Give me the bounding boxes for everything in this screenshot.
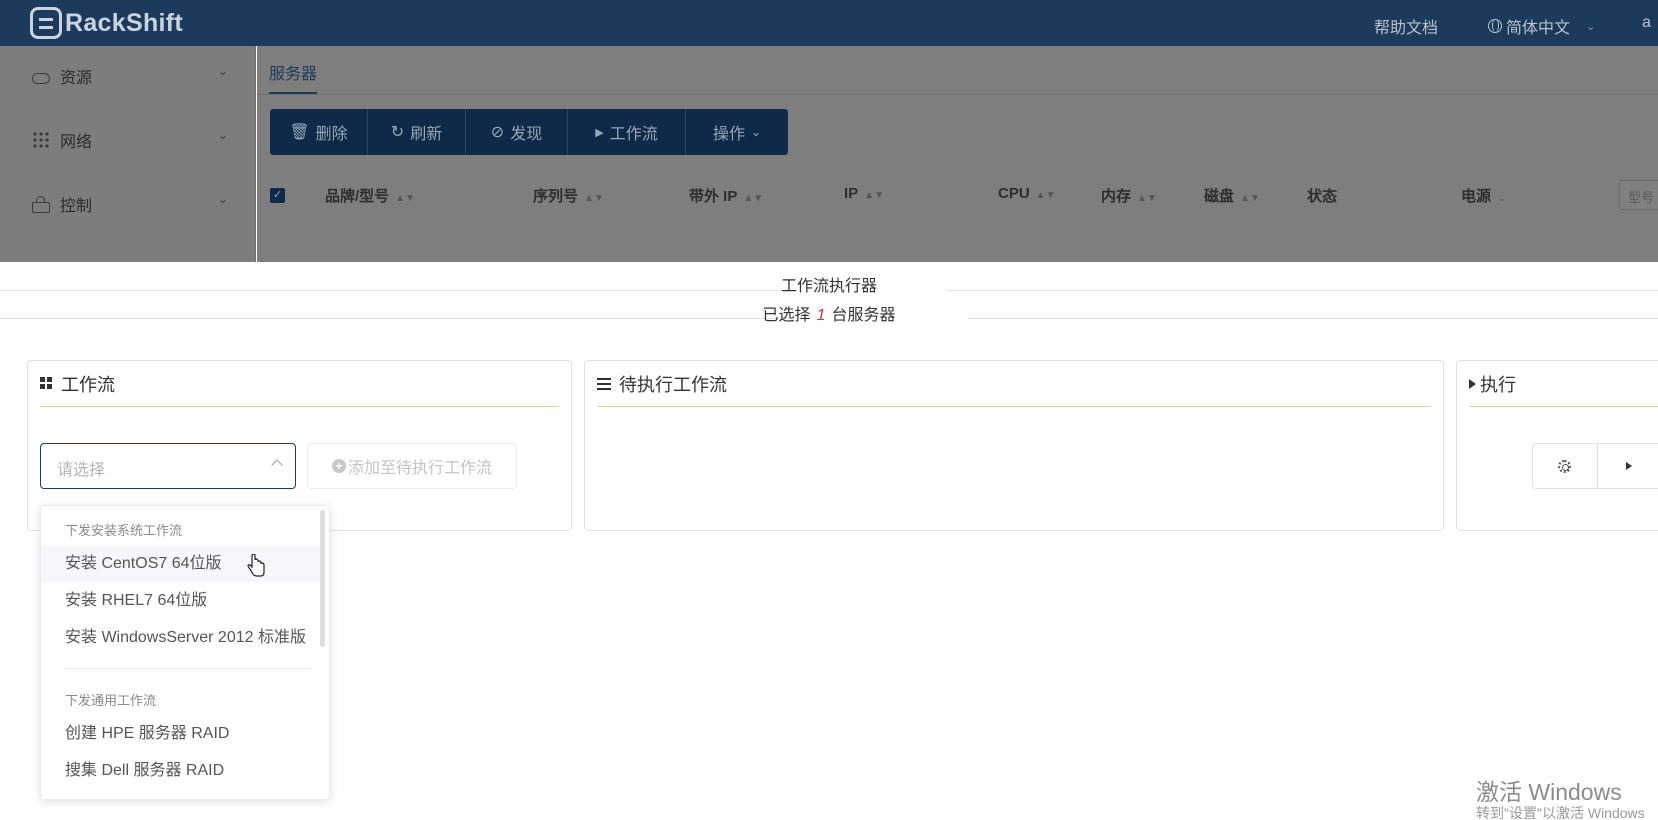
discover-label: 发现 [510, 126, 543, 143]
panel-title: 执行 [1480, 374, 1516, 395]
play-icon [1626, 462, 1633, 470]
sort-icon: ▲▼ [395, 193, 415, 204]
cloud-icon [32, 72, 50, 84]
lock-icon [32, 195, 50, 213]
chevron-down-icon: ⌄ [750, 125, 762, 139]
sort-icon: ▲▼ [1240, 193, 1260, 204]
discover-button[interactable]: ⊘ 发现 [466, 109, 568, 155]
workflow-dropdown-menu: 下发安装系统工作流 安装 CentOS7 64位版 安装 RHEL7 64位版 … [40, 505, 330, 800]
dropdown-scrollbar[interactable] [320, 510, 325, 647]
trash-icon: 🗑 [289, 124, 310, 141]
server-toolbar: 🗑 删除 ↻ 刷新 ⊘ 发现 ▶ 工作流 操作 ⌄ [270, 109, 788, 155]
compass-icon: ⊘ [490, 124, 505, 141]
panel-title: 工作流 [61, 374, 115, 395]
execute-button-group [1532, 443, 1658, 489]
dropdown-option[interactable]: 安装 RHEL7 64位版 [41, 583, 323, 619]
dropdown-option[interactable]: 搜集 Dell 服务器 RAID [41, 753, 323, 789]
column-disk[interactable]: 磁盘 ▲▼ [1204, 185, 1260, 206]
sidebar-item-label: 网络 [60, 134, 93, 151]
chevron-down-icon: ⌄ [217, 192, 228, 206]
column-ip[interactable]: IP ▲▼ [844, 185, 884, 202]
pending-panel-header: 待执行工作流 [597, 361, 1431, 407]
dropdown-option[interactable]: 安装 WindowsServer 2012 标准版 [41, 620, 323, 656]
gear-icon [1558, 459, 1572, 473]
sort-icon: ▲▼ [584, 193, 604, 204]
sidebar-item-label: 控制 [60, 198, 93, 215]
sidebar-item-network[interactable]: 网络 ⌄ [0, 110, 256, 170]
actions-label: 操作 [712, 126, 745, 143]
play-icon [1469, 378, 1476, 389]
run-button[interactable] [1598, 444, 1658, 488]
select-all-checkbox[interactable]: ✓ [270, 188, 285, 203]
user-menu[interactable]: a [1642, 14, 1651, 32]
actions-dropdown-button[interactable]: 操作 ⌄ [686, 109, 788, 155]
workflow-select[interactable]: 请选择 [40, 443, 296, 489]
refresh-icon: ↻ [390, 124, 405, 141]
help-docs-link[interactable]: 帮助文档 [1374, 14, 1438, 38]
grid-icon [32, 131, 50, 149]
settings-button[interactable] [1533, 444, 1598, 488]
sort-icon: ▲▼ [1035, 190, 1056, 201]
selected-count: 1 [816, 307, 826, 324]
delete-button[interactable]: 🗑 删除 [270, 109, 368, 155]
workflow-button[interactable]: ▶ 工作流 [568, 109, 686, 155]
workflow-label: 工作流 [609, 126, 658, 143]
panel-title: 待执行工作流 [619, 374, 727, 395]
globe-icon [1488, 19, 1502, 33]
plus-circle-icon: + [331, 459, 346, 473]
workflow-panel-header: 工作流 [40, 361, 559, 407]
dropdown-option[interactable]: 安装 CentOS7 64位版 [41, 546, 323, 582]
sliders-icon [597, 377, 611, 390]
sidebar-item-label: 资源 [60, 70, 93, 87]
select-placeholder: 请选择 [57, 462, 106, 479]
top-navbar: RackShift 帮助文档 简体中文 ⌄ a [0, 0, 1658, 46]
delete-label: 删除 [315, 126, 348, 143]
model-filter-input[interactable]: 型号 [1619, 180, 1658, 210]
sidebar: 资源 ⌄ 网络 ⌄ 控制 ⌄ [0, 46, 256, 262]
column-power[interactable]: 电源 ⌄ [1461, 185, 1505, 206]
windows-activation-hint: 转到"设置"以激活 Windows [1476, 805, 1645, 820]
language-switcher[interactable]: 简体中文 ⌄ [1488, 14, 1595, 38]
sidebar-item-resources[interactable]: 资源 ⌄ [0, 46, 256, 106]
sidebar-item-control[interactable]: 控制 ⌄ [0, 174, 256, 234]
chevron-down-icon: ⌄ [217, 128, 228, 142]
column-bmc-ip[interactable]: 带外 IP ▲▼ [689, 185, 763, 206]
column-memory[interactable]: 内存 ▲▼ [1101, 185, 1157, 206]
sort-icon: ▲▼ [1137, 193, 1157, 204]
add-to-pending-button[interactable]: + 添加至待执行工作流 [307, 443, 517, 489]
grid-icon [40, 377, 53, 390]
sort-icon: ▲▼ [864, 190, 884, 201]
rackshift-logo-icon [30, 7, 62, 39]
chevron-down-icon: ⌄ [1586, 20, 1596, 33]
dropdown-divider [65, 668, 311, 669]
selected-count-text: 已选择 1 台服务器 [762, 307, 896, 324]
hand-cursor-icon [247, 554, 265, 577]
play-icon: ▶ [595, 126, 604, 139]
windows-activation-watermark: 激活 Windows [1476, 779, 1622, 805]
dropdown-group-label: 下发通用工作流 [65, 693, 157, 708]
brand-name: RackShift [65, 8, 184, 37]
server-list-area: 服务器 🗑 删除 ↻ 刷新 ⊘ 发现 ▶ 工作流 操作 ⌄ ✓ 品牌/型号 ▲▼ … [257, 46, 1658, 262]
brand-logo[interactable]: RackShift [30, 6, 183, 40]
chevron-down-icon: ⌄ [217, 64, 228, 78]
column-serial[interactable]: 序列号 ▲▼ [533, 185, 604, 206]
dropdown-group-label: 下发安装系统工作流 [65, 523, 183, 538]
column-status: 状态 [1307, 188, 1338, 205]
tab-servers[interactable]: 服务器 [269, 60, 318, 94]
tab-divider [257, 94, 1658, 95]
add-button-label: 添加至待执行工作流 [347, 460, 492, 477]
language-label: 简体中文 [1506, 20, 1571, 37]
chevron-down-icon: ⌄ [1497, 193, 1506, 204]
refresh-button[interactable]: ↻ 刷新 [368, 109, 466, 155]
server-table-header: ✓ 品牌/型号 ▲▼ 序列号 ▲▼ 带外 IP ▲▼ IP ▲▼ CPU ▲▼ 内存 ▲▼ … [257, 180, 1658, 210]
sort-icon: ▲▼ [743, 193, 764, 204]
column-cpu[interactable]: CPU ▲▼ [998, 185, 1055, 202]
pending-workflows-panel: 待执行工作流 [584, 360, 1444, 531]
refresh-label: 刷新 [410, 126, 443, 143]
column-brand-model[interactable]: 品牌/型号 ▲▼ [325, 185, 415, 206]
chevron-up-icon [271, 459, 283, 471]
dropdown-option[interactable]: 创建 HPE 服务器 RAID [41, 716, 323, 752]
drawer-title: 工作流执行器 [780, 278, 877, 295]
execute-panel-header: 执行 [1469, 361, 1658, 407]
